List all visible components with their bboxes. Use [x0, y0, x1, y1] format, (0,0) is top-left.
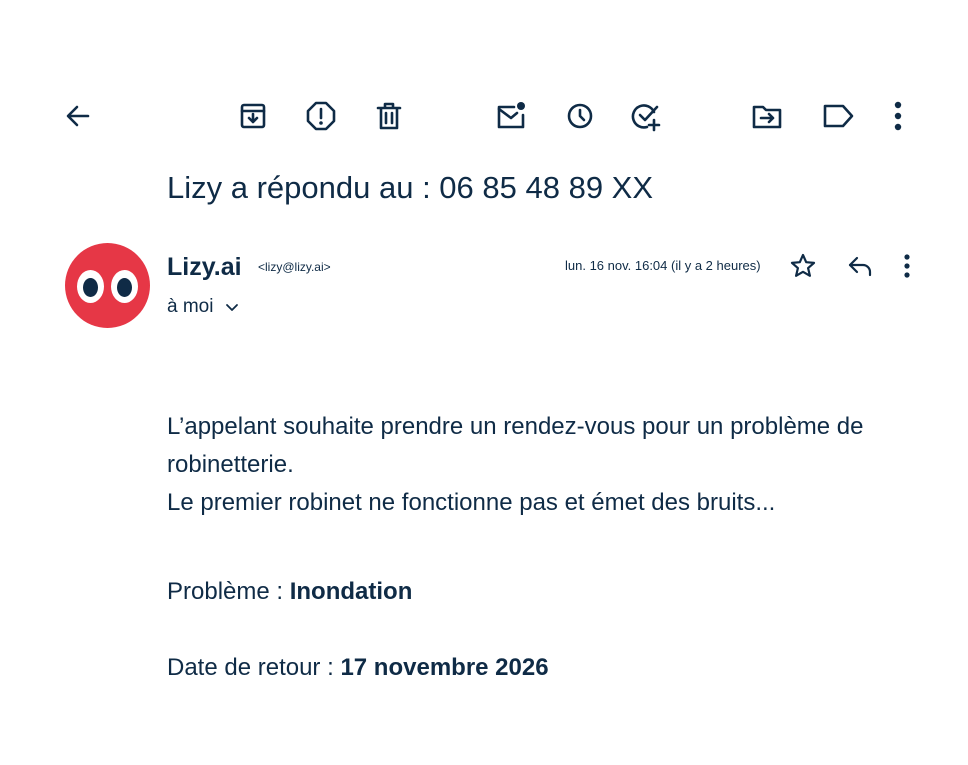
back-arrow-icon [66, 105, 90, 127]
archive-icon [240, 103, 266, 129]
reply-button[interactable] [843, 249, 877, 283]
problem-label: Problème : [167, 578, 290, 605]
body-paragraph: L’appelant souhaite prendre un rendez-vo… [167, 413, 864, 478]
email-subject: Lizy a répondu au : 06 85 48 89 XX [167, 170, 654, 205]
return-date-label: Date de retour : [167, 654, 341, 681]
report-spam-button[interactable] [299, 94, 343, 138]
recipient-label: à moi [167, 296, 214, 317]
star-button[interactable] [786, 249, 820, 283]
avatar-right-eye [111, 270, 138, 303]
email-view: Lizy a répondu au : 06 85 48 89 XX Lizy.… [0, 0, 968, 765]
avatar-left-eye [77, 270, 104, 303]
email-body: L’appelant souhaite prendre un rendez-vo… [167, 408, 927, 522]
problem-field: Problème : Inondation [167, 576, 412, 608]
mark-unread-button[interactable] [489, 94, 533, 138]
move-to-button[interactable] [745, 94, 789, 138]
return-date-value: 17 novembre 2026 [340, 654, 549, 681]
mark-unread-icon [497, 102, 525, 129]
snooze-icon [567, 103, 593, 129]
add-task-icon [631, 104, 661, 132]
more-options-button[interactable] [876, 94, 920, 138]
email-toolbar [0, 94, 968, 138]
reply-icon [848, 256, 872, 277]
snooze-button[interactable] [558, 94, 602, 138]
problem-value: Inondation [289, 578, 413, 605]
sender-name[interactable]: Lizy.ai [167, 252, 242, 282]
return-date-field: Date de retour : 17 novembre 2026 [167, 652, 549, 684]
label-icon [823, 104, 854, 128]
body-paragraph: Le premier robinet ne fonctionne pas et … [167, 489, 776, 516]
archive-button[interactable] [231, 94, 275, 138]
more-vert-icon [904, 254, 910, 278]
label-button[interactable] [816, 94, 860, 138]
add-task-button[interactable] [624, 94, 668, 138]
star-icon [790, 253, 816, 277]
message-more-button[interactable] [890, 249, 924, 283]
more-vert-icon [894, 101, 902, 131]
back-button[interactable] [56, 94, 100, 138]
report-spam-icon [306, 101, 336, 131]
avatar[interactable] [65, 243, 150, 328]
move-to-icon [752, 105, 782, 129]
sender-email: <lizy@lizy.ai> [258, 260, 331, 274]
chevron-down-icon [225, 300, 239, 314]
email-timestamp: lun. 16 nov. 16:04 (il y a 2 heures) [565, 258, 761, 273]
delete-button[interactable] [367, 94, 411, 138]
recipient-details-toggle[interactable]: à moi [167, 295, 239, 319]
delete-icon [376, 102, 402, 130]
